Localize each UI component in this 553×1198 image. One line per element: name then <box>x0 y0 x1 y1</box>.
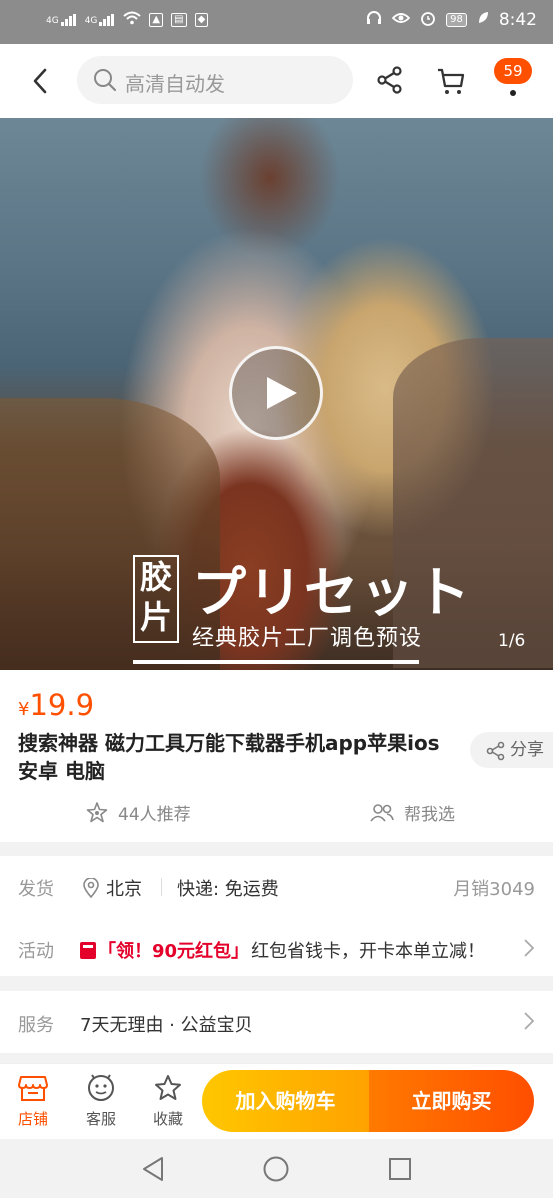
favorite-label: 收藏 <box>152 1110 183 1128</box>
buy-now-button[interactable]: 立即购买 <box>369 1070 534 1132</box>
service-label: 服务 <box>18 1015 54 1036</box>
status-bar: 4G 4G ▲ ▤ ◆ 98 8:42 <box>0 0 553 44</box>
headset-icon <box>366 10 382 30</box>
brand-char-bottom: 片 <box>139 598 172 636</box>
play-video-button[interactable] <box>229 346 323 440</box>
clock-time: 8:42 <box>498 10 537 30</box>
image-page-indicator: 1/6 <box>498 631 526 651</box>
network-type-label: 4G <box>46 16 59 26</box>
divider <box>161 878 162 896</box>
help-pick-label: 帮我选 <box>404 805 455 825</box>
product-title: 搜索神器 磁力工具万能下载器手机app苹果ios 安卓 电脑 <box>18 731 440 783</box>
shipping-label: 发货 <box>18 879 54 900</box>
promo-text: 红包省钱卡，开卡本单立减！ <box>251 941 486 962</box>
nav-recents-icon[interactable] <box>387 1155 413 1183</box>
price-card: ¥19.9 搜索神器 磁力工具万能下载器手机app苹果ios 安卓 电脑 分享 … <box>0 670 553 842</box>
news-app-icon: ▤ <box>171 13 187 27</box>
recommend-button[interactable]: 44人推荐 <box>86 800 191 825</box>
brand-subtitle: 经典胶片工厂调色预设 <box>192 626 423 651</box>
system-navigation-bar <box>0 1139 553 1198</box>
service-row[interactable]: 服务 7天无理由 · 公益宝贝 <box>0 991 553 1053</box>
share-icon <box>486 741 505 761</box>
info-card: 发货 北京 快递: 免运费 月销3049 活动 「领！90元红包」 红包省钱卡，… <box>0 856 553 976</box>
more-dot-icon <box>510 90 516 96</box>
notification-app-icon: ▲ <box>149 13 164 27</box>
activity-label: 活动 <box>18 941 54 962</box>
top-nav: 高清自动发 59 <box>0 44 553 118</box>
activity-row[interactable]: 活动 「领！90元红包」 红包省钱卡，开卡本单立减！ <box>0 918 553 976</box>
chevron-left-icon <box>33 68 47 94</box>
network-type-label-2: 4G <box>84 16 98 26</box>
shipping-location: 北京 <box>82 875 142 901</box>
price: ¥19.9 <box>18 688 94 722</box>
play-icon <box>267 377 297 409</box>
people-icon <box>370 803 394 822</box>
brand-title: プリセット <box>192 561 472 624</box>
star-icon <box>155 1075 181 1100</box>
search-icon <box>94 69 117 92</box>
chevron-right-icon <box>524 1012 535 1030</box>
service-value: 7天无理由 · 公益宝贝 <box>80 1015 253 1036</box>
shipping-fee: 快递: 免运费 <box>177 879 279 900</box>
nav-home-icon[interactable] <box>262 1155 290 1183</box>
battery-icon: 98 <box>446 13 467 27</box>
nav-back-icon[interactable] <box>140 1155 166 1183</box>
monthly-sales: 月销3049 <box>453 879 535 900</box>
bottom-action-bar: 店铺 客服 收藏 加入购物车 立即购买 <box>0 1063 553 1140</box>
customer-service-button[interactable]: 客服 <box>76 1074 126 1129</box>
red-packet-icon <box>80 941 96 959</box>
add-to-cart-button[interactable]: 加入购物车 <box>202 1070 369 1132</box>
battery-level: 98 <box>450 14 463 25</box>
signal-icon: 4G <box>46 14 77 26</box>
help-pick-button[interactable]: 帮我选 <box>370 800 455 825</box>
message-button[interactable]: 59 <box>494 58 534 98</box>
star-badge-icon <box>86 801 108 822</box>
product-image-carousel[interactable]: 胶 片 プリセット 经典胶片工厂调色预设 1/6 <box>0 118 553 670</box>
store-icon <box>18 1076 48 1101</box>
eye-icon <box>391 11 411 29</box>
brand-vertical-box: 胶 片 <box>133 555 179 643</box>
brand-underline <box>133 660 419 664</box>
store-button[interactable]: 店铺 <box>8 1074 58 1129</box>
cart-button[interactable] <box>436 66 466 100</box>
share-label: 分享 <box>510 740 544 760</box>
wifi-icon <box>123 11 142 29</box>
search-input[interactable]: 高清自动发 <box>77 56 353 104</box>
share-icon <box>377 66 402 94</box>
store-label: 店铺 <box>17 1110 48 1128</box>
back-button[interactable] <box>26 66 56 96</box>
favorite-button[interactable]: 收藏 <box>143 1074 193 1129</box>
alarm-icon <box>420 10 436 30</box>
recommend-label: 44人推荐 <box>118 805 191 825</box>
search-placeholder: 高清自动发 <box>125 72 225 96</box>
brand-char-top: 胶 <box>139 558 172 596</box>
share-button[interactable] <box>376 66 404 98</box>
cart-icon <box>438 68 465 94</box>
share-pill-button[interactable]: 分享 <box>470 732 553 768</box>
promo-tag: 「领！90元红包」 <box>98 941 250 962</box>
customer-service-icon <box>88 1074 114 1101</box>
price-currency: ¥ <box>18 699 30 720</box>
activity-promo: 「领！90元红包」 红包省钱卡，开卡本单立减！ <box>80 937 485 963</box>
price-value: 19.9 <box>29 688 95 722</box>
customer-service-label: 客服 <box>85 1110 116 1128</box>
shopping-app-icon: ◆ <box>194 13 209 27</box>
location-pin-icon <box>83 878 99 898</box>
shipping-location-text: 北京 <box>106 879 142 900</box>
leaf-icon <box>477 11 489 29</box>
signal-icon-2: 4G <box>85 14 116 26</box>
background-shore <box>0 398 220 670</box>
message-badge: 59 <box>494 58 532 84</box>
chevron-right-icon <box>524 939 535 957</box>
